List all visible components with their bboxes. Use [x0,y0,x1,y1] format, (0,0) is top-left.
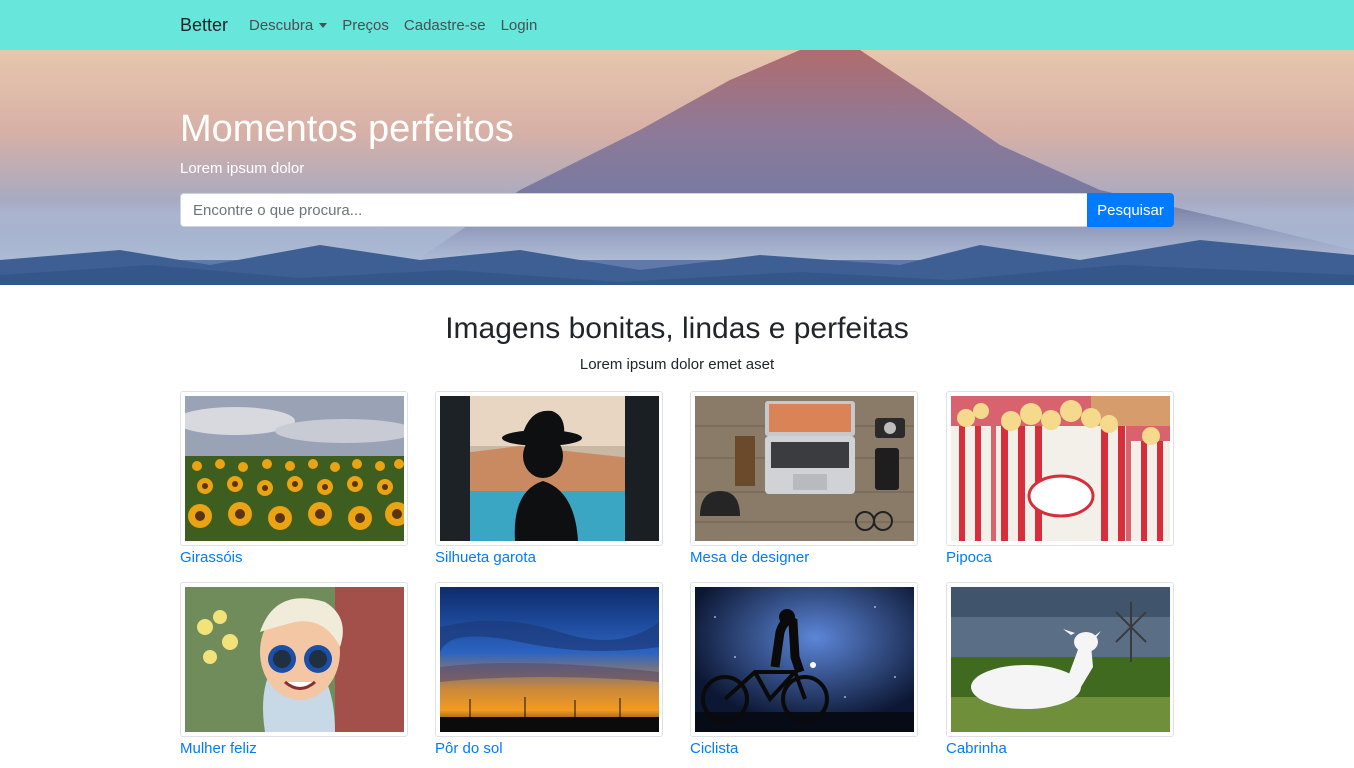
card-thumbnail[interactable] [690,582,918,737]
nav-discover-label: Descubra [249,17,314,34]
search-button[interactable]: Pesquisar [1087,193,1174,227]
popcorn-image [951,396,1170,541]
nav-links: Descubra Preços Cadastre-se Login [249,17,552,34]
gallery-card-sunset[interactable]: Pôr do sol [435,582,663,757]
gallery-card-designer-desk[interactable]: Mesa de designer [690,391,918,566]
nav-pricing-link[interactable]: Preços [342,17,389,34]
card-caption[interactable]: Ciclista [690,740,918,757]
card-thumbnail[interactable] [946,391,1174,546]
cyclist-image [695,587,914,732]
girl-silhouette-image [440,396,659,541]
caret-down-icon [319,23,328,28]
hero-title: Momentos perfeitos [180,108,514,150]
card-thumbnail[interactable] [435,391,663,546]
card-caption[interactable]: Pôr do sol [435,740,663,757]
card-thumbnail[interactable] [690,391,918,546]
gallery-title: Imagens bonitas, lindas e perfeitas [445,312,909,345]
nav-login-link[interactable]: Login [501,17,538,34]
card-caption[interactable]: Mulher feliz [180,740,408,757]
gallery-card-happy-woman[interactable]: Mulher feliz [180,582,408,757]
card-caption[interactable]: Cabrinha [946,740,1174,757]
search-bar: Pesquisar [180,193,1174,227]
brand-logo[interactable]: Better [180,15,228,36]
gallery-card-sunflowers[interactable]: Girassóis [180,391,408,566]
gallery-subtitle: Lorem ipsum dolor emet aset [579,356,775,373]
gallery-card-cyclist[interactable]: Ciclista [690,582,918,757]
card-thumbnail[interactable] [180,391,408,546]
card-caption[interactable]: Girassóis [180,549,408,566]
top-navbar: Better Descubra Preços Cadastre-se Login [0,0,1354,50]
designer-desk-image [695,396,914,541]
gallery-card-girl-silhouette[interactable]: Silhueta garota [435,391,663,566]
card-thumbnail[interactable] [946,582,1174,737]
gallery-card-goat[interactable]: Cabrinha [946,582,1174,757]
search-input[interactable] [180,193,1087,227]
goat-image [951,587,1170,732]
card-thumbnail[interactable] [435,582,663,737]
sunset-image [440,587,659,732]
card-caption[interactable]: Mesa de designer [690,549,918,566]
sunflowers-image [185,396,404,541]
happy-woman-image [185,587,404,732]
hero-subtitle: Lorem ipsum dolor [180,160,305,177]
card-thumbnail[interactable] [180,582,408,737]
nav-signup-link[interactable]: Cadastre-se [404,17,486,34]
card-caption[interactable]: Pipoca [946,549,1174,566]
card-caption[interactable]: Silhueta garota [435,549,663,566]
hero-banner: Momentos perfeitos Lorem ipsum dolor Pes… [0,50,1354,285]
gallery-card-popcorn[interactable]: Pipoca [946,391,1174,566]
nav-discover-dropdown[interactable]: Descubra [249,17,328,34]
